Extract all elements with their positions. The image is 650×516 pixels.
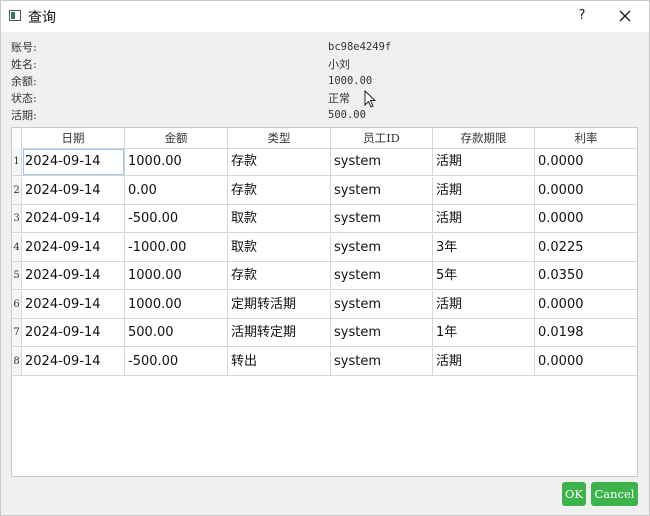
- cell-interest-rate[interactable]: 0.0350: [535, 262, 637, 290]
- cell-interest-rate[interactable]: 0.0000: [535, 148, 637, 176]
- column-header-type[interactable]: 类型: [228, 128, 331, 148]
- info-row-balance: 余额: 1000.00: [11, 73, 411, 90]
- account-info: 账号: bc98e4249f 姓名: 小刘 余额: 1000.00 状态: 正常…: [11, 39, 411, 124]
- column-header-interest-rate[interactable]: 利率: [535, 128, 637, 148]
- cell-interest-rate[interactable]: 0.0000: [535, 177, 637, 205]
- cell-amount[interactable]: -1000.00: [125, 233, 228, 262]
- transaction-table[interactable]: 日期 金额 类型 员工ID 存款期限 利率 1 2024-09-14 1000.00…: [11, 127, 638, 477]
- cancel-button[interactable]: Cancel: [591, 482, 638, 506]
- cell-type[interactable]: 存款: [228, 176, 331, 205]
- cell-type[interactable]: 存款: [228, 262, 331, 290]
- cell-type[interactable]: 定期转活期: [228, 290, 331, 319]
- cell-type[interactable]: 转出: [228, 347, 331, 376]
- cell-employee-id[interactable]: system: [331, 290, 433, 319]
- cell-type[interactable]: 取款: [228, 233, 331, 262]
- table-row[interactable]: 7 2024-09-14 500.00 活期转定期 system 1年 0.0198: [12, 319, 637, 347]
- cell-employee-id[interactable]: system: [331, 176, 433, 205]
- cell-amount[interactable]: 1000.00: [125, 148, 228, 176]
- cell-amount[interactable]: 0.00: [125, 176, 228, 205]
- cell-date[interactable]: 2024-09-14: [22, 148, 125, 176]
- cell-date[interactable]: 2024-09-14: [22, 290, 125, 319]
- row-number[interactable]: 5: [12, 262, 22, 290]
- cell-deposit-term[interactable]: 活期: [433, 148, 535, 176]
- cell-deposit-term[interactable]: 活期: [433, 290, 535, 319]
- balance-value: 1000.00: [328, 75, 373, 87]
- current-deposit-value: 500.00: [328, 109, 366, 121]
- cell-date[interactable]: 2024-09-14: [22, 233, 125, 262]
- balance-label: 余额:: [11, 75, 37, 88]
- info-row-account: 账号: bc98e4249f: [11, 39, 411, 56]
- row-number[interactable]: 4: [12, 233, 22, 262]
- cell-employee-id[interactable]: system: [331, 262, 433, 290]
- cell-deposit-term[interactable]: 活期: [433, 347, 535, 376]
- cell-interest-rate[interactable]: 0.0198: [535, 319, 637, 347]
- column-header-deposit-term[interactable]: 存款期限: [433, 128, 535, 148]
- cell-employee-id[interactable]: system: [331, 148, 433, 176]
- info-row-name: 姓名: 小刘: [11, 56, 411, 73]
- cell-interest-rate[interactable]: 0.0000: [535, 291, 637, 319]
- info-row-status: 状态: 正常: [11, 90, 411, 107]
- close-icon: [619, 10, 631, 22]
- app-icon: [9, 10, 21, 21]
- cell-employee-id[interactable]: system: [331, 205, 433, 233]
- cell-employee-id[interactable]: system: [331, 233, 433, 262]
- mouse-cursor-icon: [364, 90, 377, 108]
- cell-date[interactable]: 2024-09-14: [22, 176, 125, 205]
- ok-button[interactable]: OK: [562, 482, 586, 506]
- table-row[interactable]: 1 2024-09-14 1000.00 存款 system 活期 0.0000: [12, 148, 637, 176]
- query-dialog: 查询 ? 账号: bc98e4249f 姓名: 小刘 余额: 1000.00 状…: [0, 0, 650, 516]
- table-row[interactable]: 6 2024-09-14 1000.00 定期转活期 system 活期 0.0000: [12, 290, 637, 319]
- table-header: 日期 金额 类型 员工ID 存款期限 利率: [12, 128, 637, 149]
- row-number[interactable]: 3: [12, 205, 22, 233]
- account-value: bc98e4249f: [328, 41, 392, 53]
- row-number[interactable]: 8: [12, 347, 22, 376]
- table-corner[interactable]: [12, 128, 22, 148]
- cell-type[interactable]: 活期转定期: [228, 319, 331, 347]
- cell-date[interactable]: 2024-09-14: [22, 347, 125, 376]
- cell-deposit-term[interactable]: 3年: [433, 233, 535, 262]
- cell-date[interactable]: 2024-09-14: [22, 205, 125, 233]
- row-number[interactable]: 2: [12, 176, 22, 205]
- close-button[interactable]: [613, 5, 637, 27]
- cell-deposit-term[interactable]: 5年: [433, 262, 535, 290]
- table-row[interactable]: 8 2024-09-14 -500.00 转出 system 活期 0.0000: [12, 347, 637, 376]
- row-number[interactable]: 6: [12, 290, 22, 319]
- column-header-amount[interactable]: 金额: [125, 128, 228, 148]
- cell-interest-rate[interactable]: 0.0000: [535, 348, 637, 376]
- row-number[interactable]: 1: [12, 148, 22, 176]
- cell-interest-rate[interactable]: 0.0000: [535, 205, 637, 233]
- row-number[interactable]: 7: [12, 319, 22, 347]
- status-label: 状态:: [11, 92, 37, 105]
- cell-type[interactable]: 取款: [228, 205, 331, 233]
- current-deposit-label: 活期:: [11, 109, 37, 122]
- cell-interest-rate[interactable]: 0.0225: [535, 234, 637, 262]
- table-row[interactable]: 3 2024-09-14 -500.00 取款 system 活期 0.0000: [12, 205, 637, 233]
- cell-deposit-term[interactable]: 活期: [433, 176, 535, 205]
- name-value: 小刘: [328, 58, 350, 71]
- cell-type[interactable]: 存款: [228, 148, 331, 176]
- cell-deposit-term[interactable]: 活期: [433, 205, 535, 233]
- window-title: 查询: [28, 10, 56, 26]
- table-row[interactable]: 4 2024-09-14 -1000.00 取款 system 3年 0.0225: [12, 233, 637, 262]
- cell-amount[interactable]: 1000.00: [125, 290, 228, 319]
- cell-amount[interactable]: 1000.00: [125, 262, 228, 290]
- info-row-current: 活期: 500.00: [11, 107, 411, 124]
- cell-employee-id[interactable]: system: [331, 347, 433, 376]
- cell-amount[interactable]: 500.00: [125, 319, 228, 347]
- cell-amount[interactable]: -500.00: [125, 347, 228, 376]
- cell-deposit-term[interactable]: 1年: [433, 319, 535, 347]
- name-label: 姓名:: [11, 58, 37, 71]
- table-row[interactable]: 2 2024-09-14 0.00 存款 system 活期 0.0000: [12, 176, 637, 205]
- status-value: 正常: [328, 92, 350, 105]
- title-bar: 查询 ?: [1, 1, 649, 32]
- cell-amount[interactable]: -500.00: [125, 205, 228, 233]
- table-row[interactable]: 5 2024-09-14 1000.00 存款 system 5年 0.0350: [12, 262, 637, 290]
- account-label: 账号:: [11, 41, 37, 54]
- column-header-date[interactable]: 日期: [22, 128, 125, 148]
- cell-employee-id[interactable]: system: [331, 319, 433, 347]
- cell-date[interactable]: 2024-09-14: [22, 319, 125, 347]
- cell-date[interactable]: 2024-09-14: [22, 262, 125, 290]
- column-header-employee-id[interactable]: 员工ID: [331, 128, 433, 148]
- help-button[interactable]: ?: [571, 5, 593, 27]
